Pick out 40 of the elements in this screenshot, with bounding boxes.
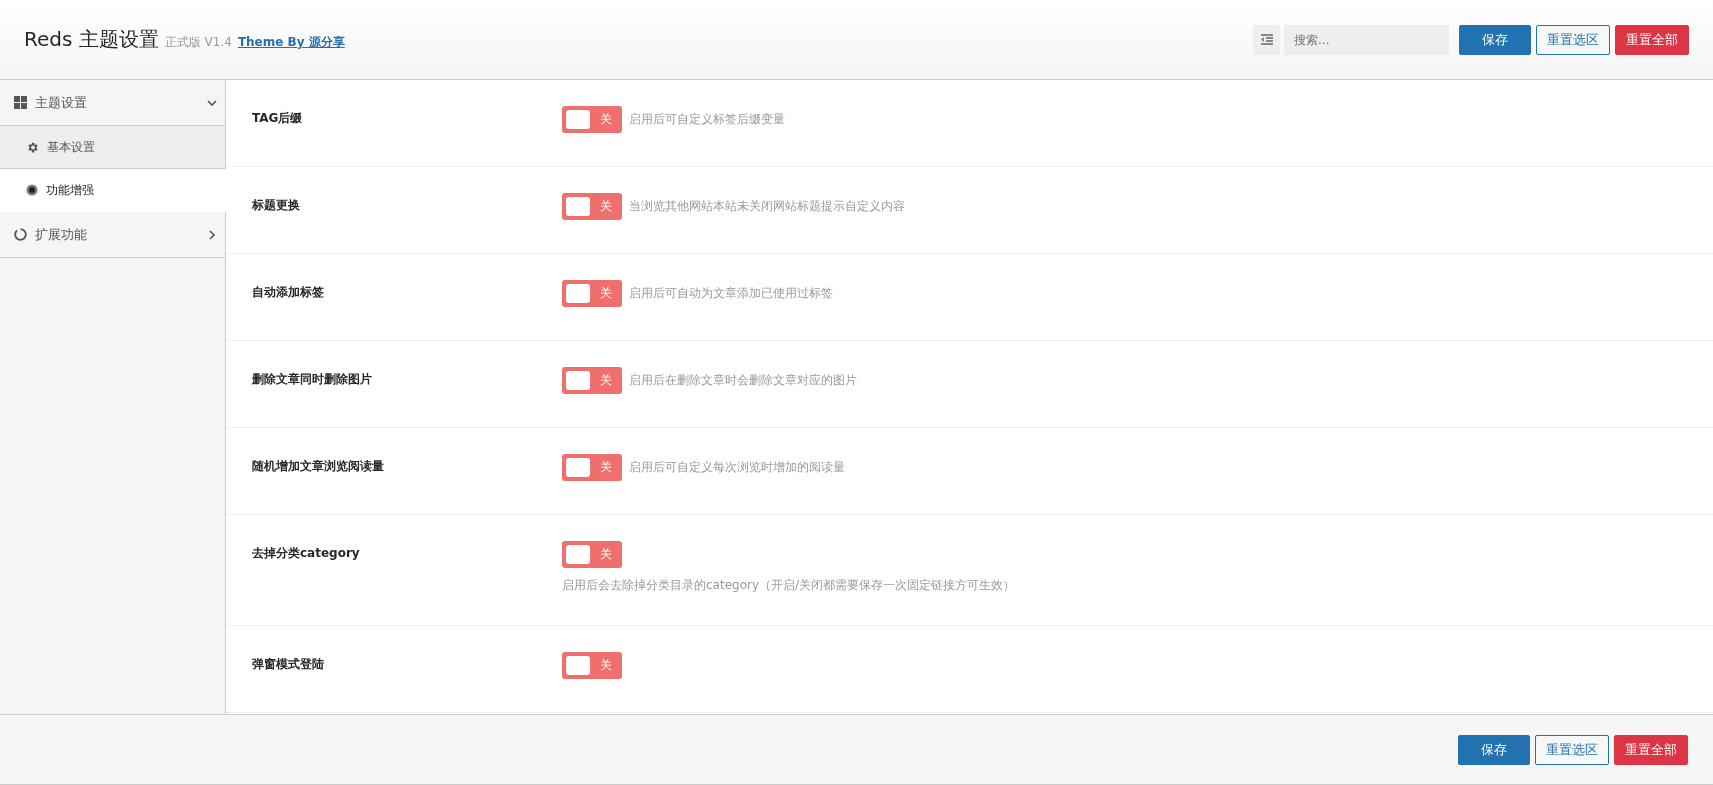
- setting-label: 标题更换: [252, 197, 301, 214]
- reset-all-button[interactable]: 重置全部: [1615, 24, 1689, 55]
- setting-description: 启用后可自定义每次浏览时增加的阅读量: [629, 459, 845, 476]
- ring-icon: [14, 228, 27, 241]
- reset-section-button[interactable]: 重置选区: [1536, 24, 1610, 55]
- indent-icon: [1260, 34, 1273, 45]
- setting-description: 启用后在删除文章时会删除文章对应的图片: [629, 372, 857, 389]
- toggle-switch[interactable]: 关: [562, 652, 622, 679]
- setting-label: 删除文章同时删除图片: [252, 371, 373, 388]
- dot-icon: [26, 184, 38, 196]
- reset-all-button[interactable]: 重置全部: [1614, 734, 1688, 765]
- toggle-switch[interactable]: 关: [562, 541, 622, 568]
- toggle-switch[interactable]: 关: [562, 454, 622, 481]
- setting-label: TAG后缀: [252, 110, 304, 127]
- chevron-icon: [207, 229, 217, 240]
- toggle-switch[interactable]: 关: [562, 280, 622, 307]
- reset-section-button[interactable]: 重置选区: [1535, 734, 1609, 765]
- sidebar-item[interactable]: 功能增强: [0, 169, 226, 212]
- chevron-icon: [207, 97, 217, 108]
- setting-description: 启用后会去除掉分类目录的category（开启/关闭都需要保存一次固定链接方可生效）: [562, 577, 1016, 594]
- search-field[interactable]: 搜索...: [1284, 24, 1449, 55]
- setting-description: 启用后可自定义标签后缀变量: [629, 111, 785, 128]
- page-title: Reds 主题设置: [24, 26, 159, 53]
- credit-link[interactable]: Theme By 源分享: [237, 34, 345, 51]
- setting-description: 当浏览其他网站本站未关闭网站标题提示自定义内容: [629, 198, 905, 215]
- grid-icon: [14, 96, 27, 109]
- version-label: 正式版 V1.4: [164, 34, 232, 51]
- setting-label: 自动添加标签: [252, 284, 325, 301]
- setting-label: 随机增加文章浏览阅读量: [252, 458, 385, 475]
- save-button[interactable]: 保存: [1458, 734, 1530, 765]
- gear-icon: [26, 140, 39, 154]
- setting-label: 弹窗模式登陆: [252, 656, 325, 673]
- toggle-switch[interactable]: 关: [562, 193, 622, 220]
- sidebar-item[interactable]: 基本设置: [0, 126, 225, 169]
- collapse-toggle-button[interactable]: [1253, 24, 1280, 55]
- save-button[interactable]: 保存: [1459, 24, 1531, 55]
- toggle-switch[interactable]: 关: [562, 106, 622, 133]
- setting-label: 去掉分类category: [252, 545, 361, 562]
- setting-description: 启用后可自动为文章添加已使用过标签: [629, 285, 833, 302]
- toggle-switch[interactable]: 关: [562, 367, 622, 394]
